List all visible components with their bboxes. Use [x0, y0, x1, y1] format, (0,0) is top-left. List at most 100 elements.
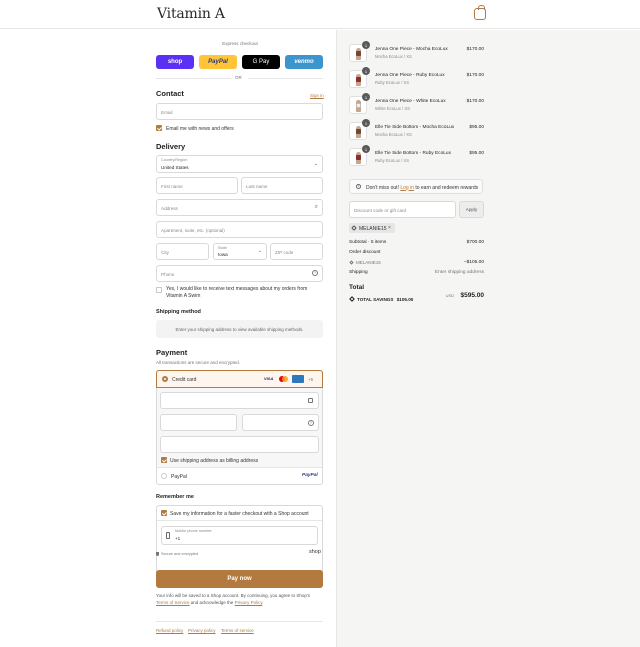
- state-select[interactable]: State Iowa ⌄: [213, 243, 267, 260]
- item-name: Jenna One Piece - Mocha EcoLux: [375, 47, 448, 52]
- apply-button[interactable]: Apply: [459, 201, 484, 218]
- pay-now-button[interactable]: Pay now: [156, 570, 323, 588]
- currency-label: USD: [445, 293, 455, 298]
- card-number-field[interactable]: [160, 392, 319, 409]
- item-price: $170.00: [466, 47, 484, 52]
- news-checkbox[interactable]: [156, 125, 162, 131]
- or-divider: OR: [235, 75, 242, 80]
- credit-card-option[interactable]: Credit card VISA +5: [156, 370, 323, 388]
- divider-right: [248, 77, 323, 79]
- chevron-down-icon: ⌄: [313, 161, 318, 167]
- security-code-field[interactable]: ?: [242, 414, 319, 431]
- item-variant: White EcoLux / XS: [375, 106, 410, 111]
- quantity-badge: 1: [362, 93, 370, 101]
- radio-empty-icon: [161, 473, 167, 479]
- item-name: Jenna One Piece - White EcoLux: [375, 99, 446, 104]
- shield-icon: [156, 552, 159, 556]
- paypal-option[interactable]: PayPal PayPal: [157, 468, 322, 484]
- delivery-heading: Delivery: [156, 142, 186, 151]
- google-pay-button[interactable]: G Pay: [242, 55, 280, 69]
- order-discount-label: Order discount: [349, 250, 381, 255]
- product-thumbnail: 1: [349, 93, 370, 114]
- tag-icon: [351, 225, 357, 231]
- visa-icon: VISA: [264, 376, 274, 381]
- divider-left: [156, 77, 231, 79]
- shipping-method-heading: Shipping method: [156, 309, 201, 315]
- discount-value: −$105.00: [463, 260, 484, 265]
- paypal-button[interactable]: PayPal: [199, 55, 237, 69]
- item-name: Elle Tie Side Bottom - Mocha EcoLux: [375, 125, 455, 130]
- item-variant: Ruby EcoLux / XS: [375, 80, 409, 85]
- remember-divider: [157, 520, 322, 521]
- contact-heading: Contact: [156, 89, 184, 98]
- legal-text: Your info will be saved to a Shop accoun…: [156, 593, 311, 605]
- payment-subtitle: All transactions are secure and encrypte…: [156, 360, 241, 365]
- item-price: $95.00: [469, 125, 484, 130]
- help-icon[interactable]: ?: [312, 270, 318, 276]
- item-price: $95.00: [469, 151, 484, 156]
- product-thumbnail: 1: [349, 145, 370, 166]
- secure-label: Secure and encrypted: [161, 551, 199, 556]
- save-info-label: Save my information for a faster checkou…: [170, 510, 309, 517]
- first-name-field[interactable]: First name: [156, 177, 238, 194]
- refund-policy-link[interactable]: Refund policy: [156, 628, 183, 633]
- item-variant: Mocha EcoLux / XS: [375, 132, 412, 137]
- city-field[interactable]: City: [156, 243, 209, 260]
- name-on-card-field[interactable]: [160, 436, 319, 453]
- zip-field[interactable]: ZIP code: [270, 243, 323, 260]
- search-icon: ⌕: [314, 204, 318, 210]
- billing-checkbox[interactable]: [161, 457, 167, 463]
- radio-selected-icon: [162, 376, 168, 382]
- expiration-field[interactable]: [160, 414, 237, 431]
- mastercard-icon: [278, 376, 289, 383]
- rewards-banner: i Don't miss out! Log in to earn and red…: [349, 179, 483, 194]
- sms-label: Yes, I would like to receive text messag…: [166, 286, 308, 299]
- shopping-bag-icon[interactable]: [474, 5, 486, 20]
- terms-of-service-link[interactable]: Terms of service: [221, 628, 254, 633]
- quantity-badge: 1: [362, 119, 370, 127]
- paypal-logo-icon: PayPal: [302, 473, 318, 478]
- store-logo[interactable]: Vitamin A: [157, 6, 225, 22]
- sms-checkbox[interactable]: [156, 287, 162, 293]
- product-thumbnail: 1: [349, 41, 370, 62]
- subtotal-value: $700.00: [466, 240, 484, 245]
- discount-chip: MELANIE15 ×: [349, 223, 395, 233]
- more-cards-badge: +5: [308, 377, 314, 382]
- terms-link[interactable]: Terms of Service: [156, 600, 190, 605]
- privacy-link[interactable]: Privacy Policy: [235, 600, 263, 605]
- mobile-phone-field[interactable]: Mobile phone number +1: [161, 526, 318, 545]
- privacy-policy-link[interactable]: Privacy policy: [188, 628, 216, 633]
- item-price: $170.00: [466, 73, 484, 78]
- item-price: $170.00: [466, 99, 484, 104]
- phone-field[interactable]: Phone ?: [156, 265, 323, 282]
- product-thumbnail: 1: [349, 119, 370, 140]
- info-icon: i: [356, 184, 361, 189]
- lock-icon: [308, 398, 313, 403]
- total-savings: TOTAL SAVINGS $105.00: [357, 296, 414, 302]
- last-name-field[interactable]: Last name: [241, 177, 323, 194]
- log-in-link[interactable]: Log in: [400, 185, 414, 191]
- shop-pay-button[interactable]: shop: [156, 55, 194, 69]
- product-thumbnail: 1: [349, 67, 370, 88]
- remove-discount-icon[interactable]: ×: [388, 225, 391, 231]
- amex-icon: [292, 375, 304, 383]
- item-name: Jenna One Piece - Ruby EcoLux: [375, 73, 445, 78]
- apartment-field[interactable]: Apartment, suite, etc. (optional): [156, 221, 323, 238]
- order-summary: 1 Jenna One Piece - Mocha EcoLux Mocha Eco…: [337, 30, 640, 647]
- sign-in-link[interactable]: Sign in: [310, 93, 324, 98]
- shipping-value: Enter shipping address: [434, 270, 484, 275]
- save-info-checkbox[interactable]: [161, 510, 167, 516]
- discount-code-field[interactable]: Discount code or gift card: [349, 201, 456, 218]
- help-icon[interactable]: ?: [308, 420, 314, 426]
- address-field[interactable]: Address ⌕: [156, 199, 323, 216]
- chevron-down-icon: ⌄: [257, 248, 262, 254]
- venmo-button[interactable]: venmo: [285, 55, 323, 69]
- news-label: Email me with news and offers: [166, 125, 234, 132]
- payment-heading: Payment: [156, 348, 188, 357]
- country-select[interactable]: Country/Region United States ⌄: [156, 155, 323, 173]
- total-value: $595.00: [460, 292, 485, 299]
- email-field[interactable]: Email: [156, 103, 323, 120]
- shipping-notice: Enter your shipping address to view avai…: [156, 320, 323, 338]
- remember-me-heading: Remember me: [156, 494, 194, 500]
- phone-icon: [166, 532, 170, 539]
